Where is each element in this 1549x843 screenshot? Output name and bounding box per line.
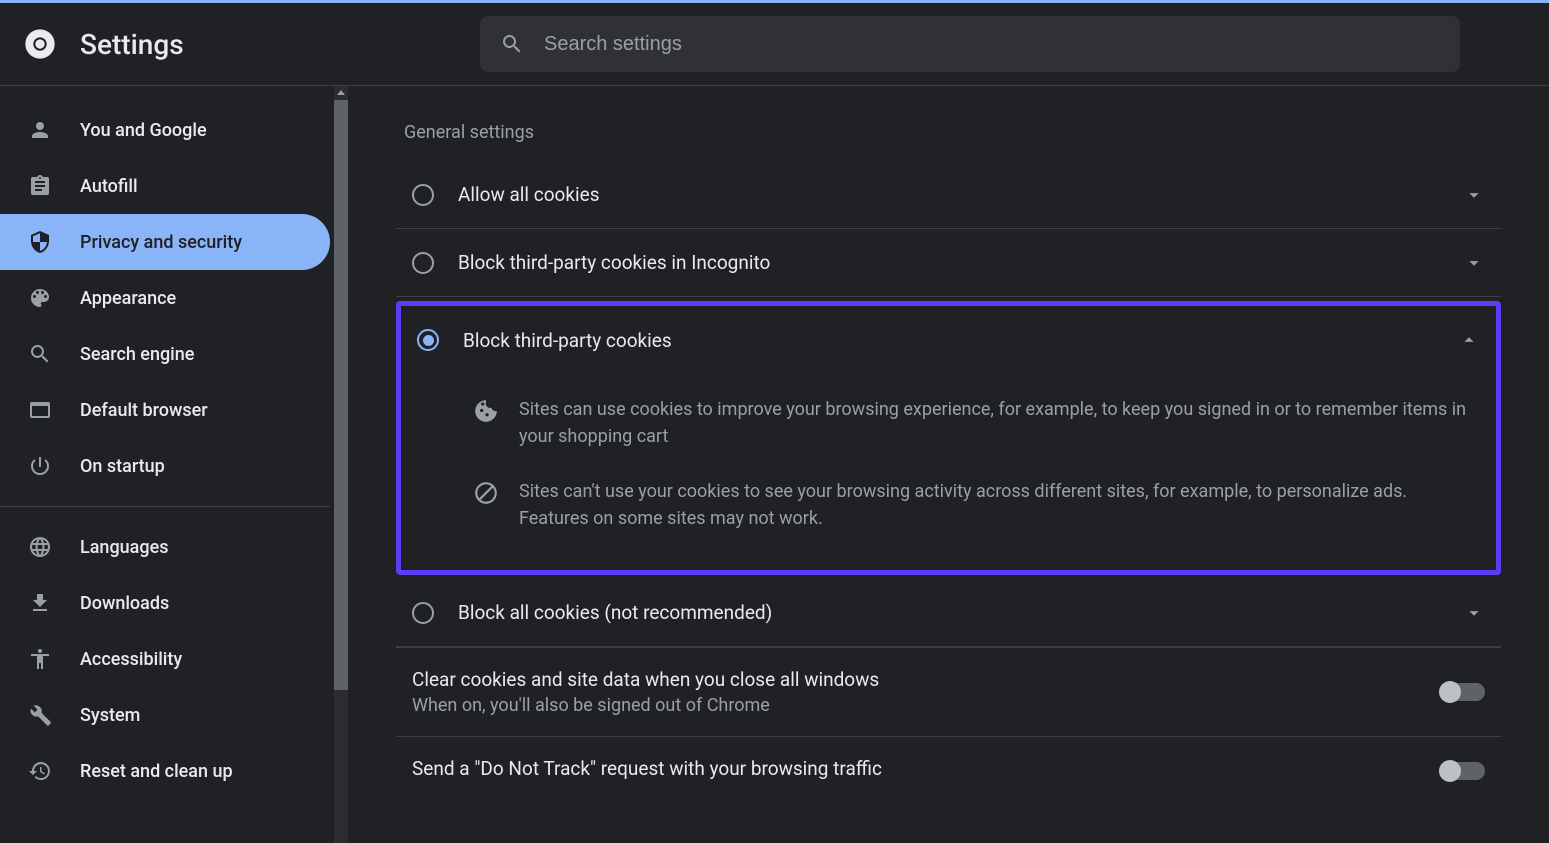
expanded-details: Sites can use cookies to improve your br… bbox=[401, 374, 1496, 570]
clipboard-icon bbox=[28, 174, 52, 198]
toggle-switch[interactable] bbox=[1441, 762, 1485, 780]
search-container[interactable] bbox=[480, 16, 1460, 72]
sidebar-item-privacy-and-security[interactable]: Privacy and security bbox=[0, 214, 330, 270]
restore-icon bbox=[28, 759, 52, 783]
sidebar: You and Google Autofill Privacy and secu… bbox=[0, 86, 348, 843]
wrench-icon bbox=[28, 703, 52, 727]
sidebar-item-label: System bbox=[80, 705, 140, 726]
option-block-third-party-incognito[interactable]: Block third-party cookies in Incognito bbox=[396, 229, 1501, 297]
detail-row-cookie: Sites can use cookies to improve your br… bbox=[473, 382, 1480, 464]
section-label: General settings bbox=[396, 122, 1501, 143]
sidebar-item-label: Privacy and security bbox=[80, 232, 242, 253]
search-icon bbox=[500, 32, 524, 56]
sidebar-item-system[interactable]: System bbox=[0, 687, 330, 743]
sidebar-item-appearance[interactable]: Appearance bbox=[0, 270, 330, 326]
palette-icon bbox=[28, 286, 52, 310]
setting-clear-cookies-on-close: Clear cookies and site data when you clo… bbox=[396, 647, 1501, 736]
sidebar-item-label: Reset and clean up bbox=[80, 761, 233, 782]
scroll-up-arrow-icon[interactable] bbox=[336, 88, 346, 98]
globe-icon bbox=[28, 535, 52, 559]
sidebar-item-search-engine[interactable]: Search engine bbox=[0, 326, 330, 382]
chrome-logo-icon bbox=[24, 28, 56, 60]
toggle-switch[interactable] bbox=[1441, 683, 1485, 701]
sidebar-item-accessibility[interactable]: Accessibility bbox=[0, 631, 330, 687]
option-block-third-party[interactable]: Block third-party cookies bbox=[401, 306, 1496, 374]
option-allow-all-cookies[interactable]: Allow all cookies bbox=[396, 161, 1501, 229]
sidebar-item-label: Languages bbox=[80, 537, 168, 558]
detail-text: Sites can use cookies to improve your br… bbox=[519, 396, 1480, 450]
chevron-down-icon[interactable] bbox=[1463, 602, 1485, 624]
sidebar-item-autofill[interactable]: Autofill bbox=[0, 158, 330, 214]
sidebar-item-label: On startup bbox=[80, 456, 165, 477]
sidebar-item-label: Downloads bbox=[80, 593, 169, 614]
sidebar-item-label: You and Google bbox=[80, 120, 207, 141]
content-area: General settings Allow all cookies Block… bbox=[348, 86, 1549, 843]
search-input[interactable] bbox=[544, 33, 1440, 56]
sidebar-item-on-startup[interactable]: On startup bbox=[0, 438, 330, 494]
radio-button[interactable] bbox=[412, 252, 434, 274]
setting-do-not-track: Send a "Do Not Track" request with your … bbox=[396, 736, 1501, 804]
option-label: Block third-party cookies bbox=[463, 329, 1434, 352]
browser-icon bbox=[28, 398, 52, 422]
setting-text: Send a "Do Not Track" request with your … bbox=[412, 757, 1421, 784]
download-icon bbox=[28, 591, 52, 615]
detail-row-block: Sites can't use your cookies to see your… bbox=[473, 464, 1480, 546]
option-block-all-cookies[interactable]: Block all cookies (not recommended) bbox=[396, 579, 1501, 647]
logo-title-group: Settings bbox=[24, 28, 480, 61]
option-label: Allow all cookies bbox=[458, 183, 1439, 206]
sidebar-item-default-browser[interactable]: Default browser bbox=[0, 382, 330, 438]
accessibility-icon bbox=[28, 647, 52, 671]
setting-title: Clear cookies and site data when you clo… bbox=[412, 668, 1421, 691]
option-label: Block all cookies (not recommended) bbox=[458, 601, 1439, 624]
sidebar-item-you-and-google[interactable]: You and Google bbox=[0, 102, 330, 158]
sidebar-item-label: Autofill bbox=[80, 176, 138, 197]
option-label: Block third-party cookies in Incognito bbox=[458, 251, 1439, 274]
scrollbar-thumb[interactable] bbox=[334, 100, 348, 690]
page-title: Settings bbox=[80, 28, 184, 61]
power-icon bbox=[28, 454, 52, 478]
radio-button[interactable] bbox=[412, 184, 434, 206]
chevron-down-icon[interactable] bbox=[1463, 184, 1485, 206]
sidebar-item-label: Default browser bbox=[80, 400, 208, 421]
person-icon bbox=[28, 118, 52, 142]
sidebar-item-languages[interactable]: Languages bbox=[0, 519, 330, 575]
setting-title: Send a "Do Not Track" request with your … bbox=[412, 757, 1421, 780]
cookie-icon bbox=[473, 398, 499, 424]
chevron-up-icon[interactable] bbox=[1458, 329, 1480, 351]
setting-text: Clear cookies and site data when you clo… bbox=[412, 668, 1421, 716]
sidebar-item-reset-and-clean-up[interactable]: Reset and clean up bbox=[0, 743, 330, 799]
setting-description: When on, you'll also be signed out of Ch… bbox=[412, 695, 1421, 716]
sidebar-item-label: Appearance bbox=[80, 288, 176, 309]
radio-button-selected[interactable] bbox=[417, 329, 439, 351]
sidebar-item-downloads[interactable]: Downloads bbox=[0, 575, 330, 631]
sidebar-item-label: Search engine bbox=[80, 344, 194, 365]
radio-button[interactable] bbox=[412, 602, 434, 624]
highlighted-selection-box: Block third-party cookies Sites can use … bbox=[396, 301, 1501, 575]
scrollbar-track[interactable] bbox=[334, 86, 348, 843]
block-icon bbox=[473, 480, 499, 506]
app-header: Settings bbox=[0, 0, 1549, 86]
detail-text: Sites can't use your cookies to see your… bbox=[519, 478, 1480, 532]
sidebar-item-label: Accessibility bbox=[80, 649, 182, 670]
chevron-down-icon[interactable] bbox=[1463, 252, 1485, 274]
search-icon bbox=[28, 342, 52, 366]
shield-icon bbox=[28, 230, 52, 254]
sidebar-divider bbox=[0, 506, 330, 507]
